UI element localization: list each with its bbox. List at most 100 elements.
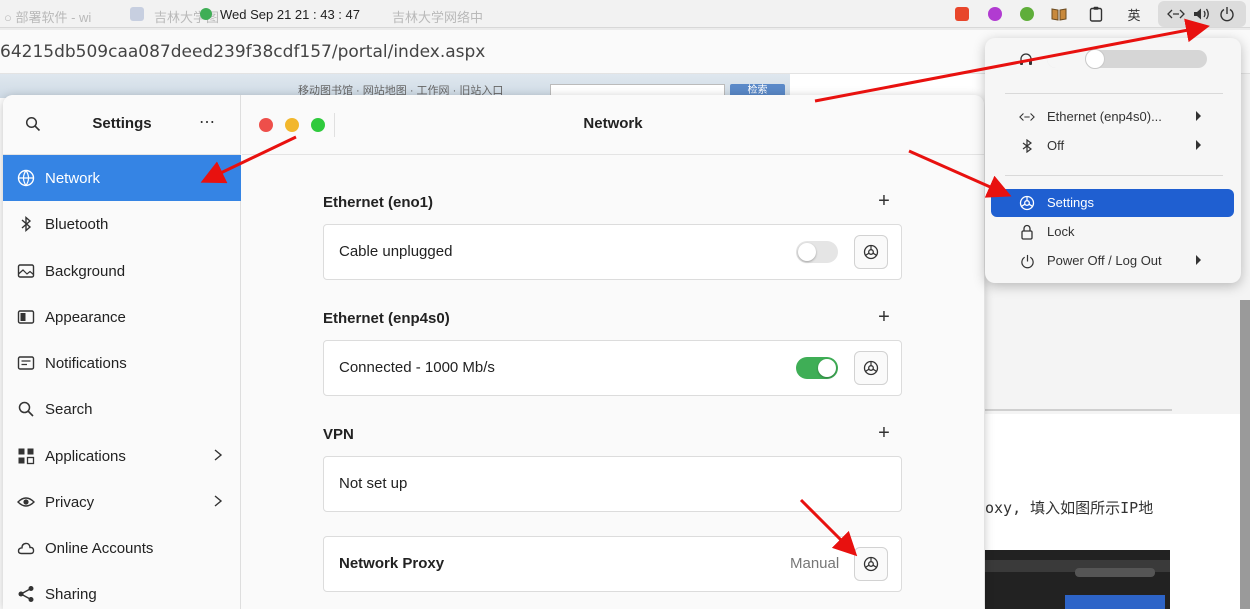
ethernet-icon	[1166, 4, 1186, 24]
sidebar-item-bluetooth[interactable]: Bluetooth	[3, 201, 241, 247]
webpage-text: oxy, 填入如图所示IP地	[985, 499, 1154, 517]
menu-item-power[interactable]: Power Off / Log Out	[991, 247, 1234, 275]
vpn-status: Not set up	[339, 475, 408, 492]
network-proxy-row[interactable]: Network Proxy Manual	[323, 536, 902, 592]
power-icon	[1217, 4, 1237, 24]
clipboard-icon[interactable]	[1086, 4, 1106, 24]
sidebar-item-sharing[interactable]: Sharing	[3, 571, 241, 609]
page-title: Network	[583, 115, 643, 132]
search-icon	[17, 400, 35, 418]
connection-status: Connected - 1000 Mb/s	[339, 359, 495, 376]
clock[interactable]: Wed Sep 21 21 : 43 : 47	[200, 0, 360, 28]
settings-icon	[1019, 195, 1035, 211]
connection-settings-button[interactable]	[854, 235, 888, 269]
sidebar-item-notifications[interactable]: Notifications	[3, 340, 241, 386]
app-tray-icon[interactable]	[952, 4, 972, 24]
applications-icon	[17, 447, 35, 465]
top-bar: ○ 部署软件 - wi 吉林大学图 吉林大学网络中 Wed Sep 21 21 …	[0, 0, 1250, 28]
bluetooth-icon	[17, 215, 35, 233]
appearance-icon	[17, 308, 35, 326]
notifications-icon	[17, 354, 35, 372]
online-accounts-icon	[17, 539, 35, 557]
network-panel: Network Ethernet (eno1) + Cable unplugge…	[242, 95, 984, 609]
app-indicator-icon	[200, 8, 212, 20]
webpage-divider	[985, 409, 1172, 411]
main-header: Network	[242, 95, 984, 155]
lock-icon	[1019, 224, 1035, 240]
app-tray-icon[interactable]	[1017, 4, 1037, 24]
sidebar-item-label: Privacy	[45, 494, 95, 511]
vpn-card: Not set up	[323, 456, 902, 512]
power-icon	[1019, 253, 1035, 269]
sidebar-item-privacy[interactable]: Privacy	[3, 479, 241, 525]
webpage-scrollbar[interactable]	[1240, 300, 1250, 609]
menu-item-label: Ethernet (enp4s0)...	[1047, 109, 1162, 124]
webpage-screenshot-image	[985, 550, 1170, 609]
settings-window: Settings ⋯ Network Bluetooth Background	[3, 95, 984, 609]
menu-item-label: Power Off / Log Out	[1047, 253, 1162, 268]
menu-item-settings[interactable]: Settings	[991, 189, 1234, 217]
menu-item-lock[interactable]: Lock	[991, 218, 1234, 246]
add-connection-button[interactable]: +	[874, 191, 894, 212]
add-vpn-button[interactable]: +	[874, 423, 894, 444]
volume-icon	[1192, 4, 1212, 24]
book-icon[interactable]	[1049, 4, 1069, 24]
sidebar-item-label: Sharing	[45, 586, 97, 603]
sidebar-item-label: Background	[45, 263, 126, 280]
menu-item-label: Settings	[1047, 195, 1094, 210]
volume-slider[interactable]	[1047, 49, 1207, 69]
proxy-settings-button[interactable]	[854, 547, 888, 581]
sidebar-item-search[interactable]: Search	[3, 386, 241, 432]
system-menu: Ethernet (enp4s0)... Off Settings Lock P…	[985, 38, 1241, 283]
section-title-ethernet-enp4s0: Ethernet (enp4s0)	[323, 310, 450, 327]
menu-item-bluetooth[interactable]: Off	[991, 132, 1234, 160]
privacy-icon	[17, 493, 35, 511]
submenu-arrow-icon	[1196, 255, 1201, 265]
chevron-right-icon	[211, 446, 225, 464]
headphones-icon	[1019, 52, 1033, 71]
gear-icon	[863, 244, 879, 260]
background-tab-title[interactable]: ○ 部署软件 - wi	[4, 7, 91, 26]
proxy-label: Network Proxy	[339, 555, 445, 572]
menu-divider	[1005, 175, 1223, 176]
submenu-arrow-icon	[1196, 111, 1201, 121]
menu-divider	[1005, 93, 1223, 94]
app-tray-icon[interactable]	[985, 4, 1005, 24]
sidebar-item-applications[interactable]: Applications	[3, 433, 241, 479]
sidebar-header: Settings ⋯	[3, 95, 241, 155]
volume-slider-handle[interactable]	[1085, 49, 1105, 69]
sidebar-item-label: Bluetooth	[45, 216, 109, 233]
sidebar-item-label: Applications	[45, 448, 126, 465]
connection-toggle[interactable]	[796, 241, 838, 263]
section-title-vpn: VPN	[323, 426, 354, 443]
menu-item-label: Lock	[1047, 224, 1075, 239]
menu-item-ethernet[interactable]: Ethernet (enp4s0)...	[991, 103, 1234, 131]
network-icon	[17, 169, 35, 187]
connection-card-enp4s0: Connected - 1000 Mb/s	[323, 340, 902, 396]
background-tab-title[interactable]: 吉林大学网络中	[392, 7, 483, 26]
section-title-ethernet-eno1: Ethernet (eno1)	[323, 194, 434, 211]
background-tab-icon	[130, 7, 144, 21]
input-method-indicator[interactable]: 英	[1124, 4, 1144, 24]
connection-toggle[interactable]	[796, 357, 838, 379]
gear-icon	[863, 360, 879, 376]
bluetooth-icon	[1019, 138, 1035, 154]
gear-icon	[863, 556, 879, 572]
sidebar-item-appearance[interactable]: Appearance	[3, 294, 241, 340]
connection-status: Cable unplugged	[339, 243, 453, 260]
sidebar-item-label: Search	[45, 401, 93, 418]
connection-settings-button[interactable]	[854, 351, 888, 385]
proxy-mode-value: Manual	[790, 555, 840, 572]
sidebar-item-label: Appearance	[45, 309, 126, 326]
url-text[interactable]: 64215db509caa087deed239f38cdf157/portal/…	[0, 42, 485, 62]
add-connection-button[interactable]: +	[874, 307, 894, 328]
sidebar-item-background[interactable]: Background	[3, 248, 241, 294]
sidebar-item-network[interactable]: Network	[3, 155, 241, 201]
more-options-button[interactable]: ⋯	[199, 112, 216, 132]
sharing-icon	[17, 585, 35, 603]
clock-text: Wed Sep 21 21 : 43 : 47	[220, 6, 360, 22]
connection-card-eno1: Cable unplugged	[323, 224, 902, 280]
sidebar-item-online-accounts[interactable]: Online Accounts	[3, 525, 241, 571]
chevron-right-icon	[211, 492, 225, 510]
sidebar-item-label: Online Accounts	[45, 540, 154, 557]
